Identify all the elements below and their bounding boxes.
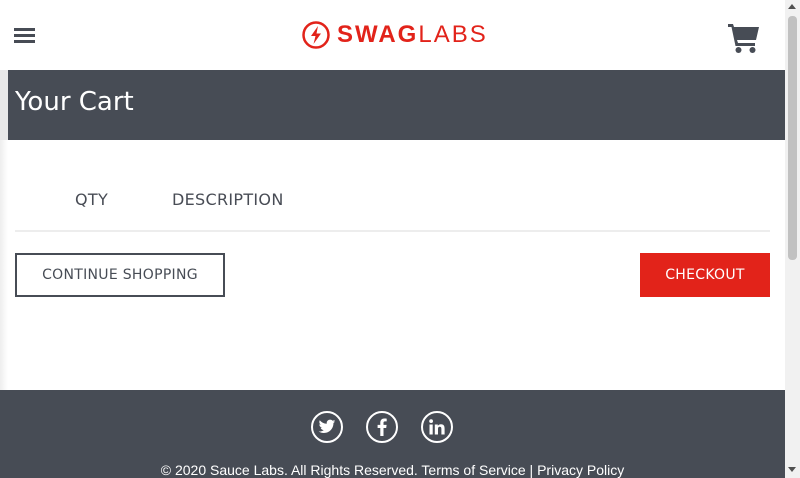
- logo-bolt-icon: [302, 21, 330, 49]
- scroll-down-arrow-icon[interactable]: [788, 467, 796, 472]
- primary-header: SWAGLABS: [0, 0, 785, 70]
- app-viewport: SWAGLABS Your Cart QTY DESCRIPTION CONTI…: [0, 0, 785, 478]
- left-shadow: [0, 140, 8, 390]
- cart-description-label: DESCRIPTION: [172, 190, 284, 209]
- footer-copyright: © 2020 Sauce Labs. All Rights Reserved. …: [160, 462, 625, 478]
- facebook-icon[interactable]: [366, 411, 398, 443]
- page-title: Your Cart: [15, 87, 134, 117]
- checkout-button[interactable]: CHECKOUT: [640, 253, 770, 297]
- cart-divider: [15, 230, 770, 232]
- shopping-cart-icon[interactable]: [727, 22, 761, 54]
- secondary-header: Your Cart: [0, 70, 785, 140]
- twitter-icon[interactable]: [311, 411, 343, 443]
- vertical-scrollbar[interactable]: [785, 0, 800, 478]
- footer: © 2020 Sauce Labs. All Rights Reserved. …: [0, 390, 785, 478]
- scroll-up-arrow-icon[interactable]: [788, 4, 796, 9]
- linkedin-icon[interactable]: [421, 411, 453, 443]
- logo-text: SWAGLABS: [337, 21, 488, 48]
- cart-qty-label: QTY: [75, 190, 109, 209]
- continue-shopping-button[interactable]: CONTINUE SHOPPING: [15, 253, 225, 297]
- swag-labs-logo: SWAGLABS: [302, 20, 488, 50]
- scroll-thumb[interactable]: [788, 16, 797, 260]
- hamburger-menu-icon[interactable]: [14, 28, 36, 46]
